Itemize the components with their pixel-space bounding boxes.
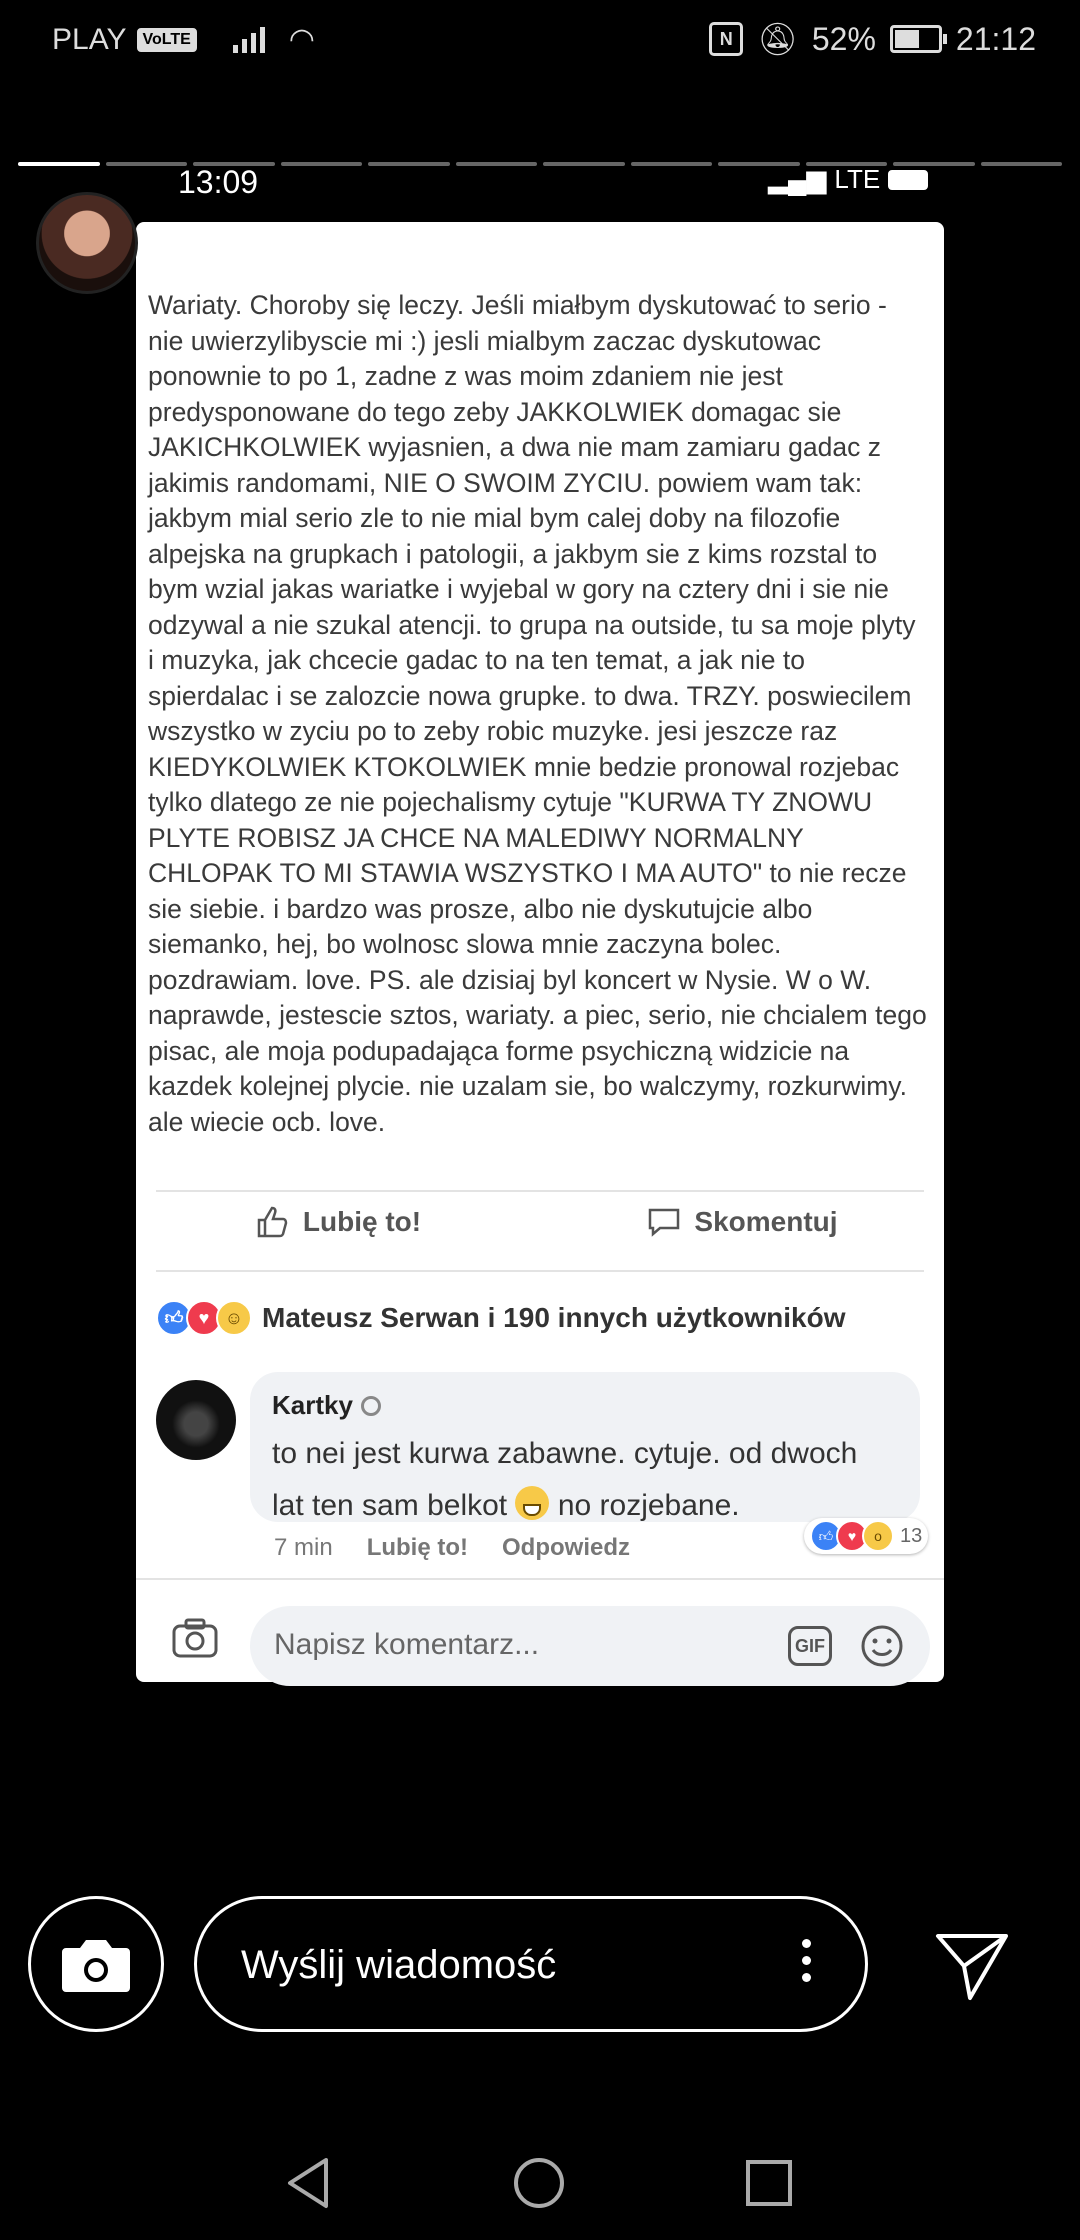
message-input-placeholder: Wyślij wiadomość [241,1943,557,1987]
post-screenshot: Wariaty. Choroby się leczy. Jeśli miałby… [136,222,944,1686]
story-username[interactable]: vmcbang [166,218,333,261]
comment-reply: Odpowiedz [502,1534,630,1561]
smiley-icon [861,1625,903,1667]
post-actions: Lubię to! Skomentuj [136,1186,944,1258]
screenshot-battery-icon [888,169,929,190]
reactions-summary: 👍︎ ♥ ☺ Mateusz Serwan i 190 innych użytk… [156,1300,846,1336]
comment-icon [649,1208,680,1237]
send-icon[interactable] [932,1926,1012,2006]
comment-line-2: lat ten sam belkot no rozjebane. [272,1480,900,1532]
comment-line-1: to nei jest kurwa zabawne. cytuje. od dw… [272,1437,858,1470]
comment-meta: 7 min Lubię to! Odpowiedz [274,1534,630,1562]
like-action: Lubię to! [136,1186,540,1258]
story-avatar[interactable] [36,192,138,294]
divider [156,1270,924,1272]
story-progress-segment [630,162,712,166]
comment-avatar [156,1380,236,1460]
message-input[interactable]: Wyślij wiadomość [194,1896,868,2032]
comment-line-2b: no rozjebane. [557,1489,740,1522]
story-progress-segment [105,162,187,166]
grin-emoji-icon [515,1486,550,1521]
comment-author: Kartky [272,1390,381,1421]
story-progress-segment [18,162,100,166]
screenshot-network: ▂▄▆ LTE [768,164,929,195]
comment-reaction-count: 13 [900,1524,923,1547]
wow-reaction-icon: o [862,1520,894,1552]
signal-icon [232,26,265,53]
battery-icon [889,25,947,53]
story-progress-segment [543,162,625,166]
comment-text: to nei jest kurwa zabawne. cytuje. od dw… [272,1428,900,1532]
clock: 21:12 [955,20,1036,57]
comment-time: 7 min [274,1534,333,1561]
camera-icon [62,1940,130,1992]
wifi-icon: ◠ [288,23,315,56]
camera-icon [172,1618,218,1658]
status-left: PLAY VoLTE ◠ [52,22,315,57]
comment-action: Skomentuj [540,1186,944,1258]
home-icon[interactable] [512,2156,566,2210]
screenshot-time: 13:09 [178,164,259,200]
story-progress-segment [368,162,450,166]
carrier-label: PLAY [52,22,127,56]
story-progress-segment [280,162,362,166]
post-text: Wariaty. Choroby się leczy. Jeśli miałby… [148,290,927,1137]
comment-line-2a: lat ten sam belkot [272,1489,508,1522]
comment-input: Napisz komentarz... GIF [250,1606,930,1686]
comment-bubble: Kartky to nei jest kurwa zabawne. cytuje… [250,1372,920,1522]
status-bar: PLAY VoLTE ◠ N 🔕︎ 52% 21:12 [0,0,1080,80]
camera-button[interactable] [28,1896,164,2032]
divider [136,1578,944,1580]
navigation-bar [0,2140,1080,2220]
comment-reactions: 👍︎ ♥ o 13 [804,1518,929,1554]
nfc-icon: N [709,22,744,56]
story-time-ago: 8 godz. [356,220,475,261]
haha-reaction-icon: ☺ [216,1300,252,1336]
like-icon [257,1206,288,1238]
comment-composer: Napisz komentarz... GIF [136,1584,944,1686]
comment-label: Skomentuj [694,1206,838,1237]
story-progress-segment [455,162,537,166]
back-icon[interactable] [284,2156,334,2210]
more-icon[interactable] [802,1939,811,1982]
recents-icon[interactable] [744,2156,794,2210]
status-right: N 🔕︎ 52% 21:12 [709,20,1036,58]
badge-icon [360,1395,381,1416]
screenshot-lte: LTE [834,164,881,194]
screenshot-signal-icon: ▂▄▆ [768,164,827,194]
story-progress-segment [980,162,1062,166]
like-label: Lubię to! [302,1206,422,1237]
battery-percent: 52% [811,20,876,57]
volte-icon: VoLTE [136,27,197,52]
reactions-text: Mateusz Serwan i 190 innych użytkowników [262,1302,846,1333]
mute-icon: 🔕︎ [757,21,798,57]
gif-icon: GIF [788,1626,832,1666]
comment-input-placeholder: Napisz komentarz... [274,1628,540,1661]
story-reply-bar: Wyślij wiadomość [0,1896,1080,2036]
comment-author-name: Kartky [272,1390,353,1420]
comment-like: Lubię to! [366,1534,468,1561]
